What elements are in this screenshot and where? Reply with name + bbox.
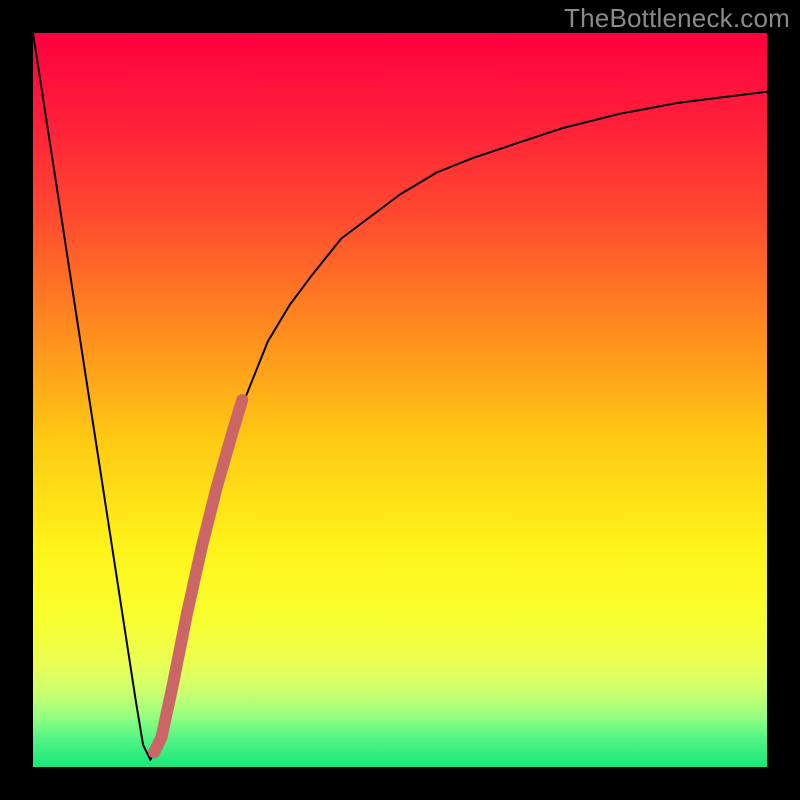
plot-area <box>33 33 767 767</box>
highlight-segment <box>154 400 242 752</box>
watermark-text: TheBottleneck.com <box>564 3 790 34</box>
curve-layer <box>33 33 767 767</box>
bottleneck-curve <box>33 33 767 760</box>
chart-frame: TheBottleneck.com <box>0 0 800 800</box>
